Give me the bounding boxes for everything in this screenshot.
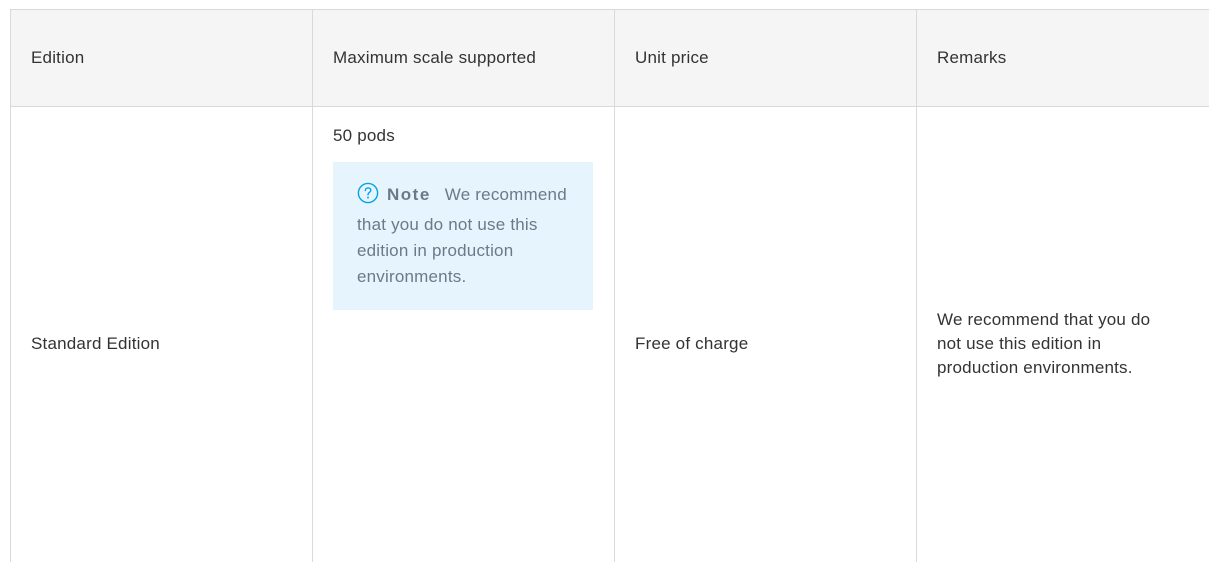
remarks-text: We recommend that you do not use this ed… [937, 309, 1151, 377]
cell-unit-price: Free of charge [614, 106, 917, 562]
header-remarks: Remarks [916, 9, 1209, 107]
cell-edition: Standard Edition [10, 106, 313, 562]
note-title: Note [387, 185, 431, 204]
note-callout: Note We recommend that you do not use thi… [333, 162, 593, 310]
table-row: Standard Edition 50 pods Note We recommen… [10, 106, 1209, 562]
cell-maximum-scale: 50 pods Note We recommend that you do not… [312, 106, 615, 562]
pricing-table-container: Edition Maximum scale supported Unit pri… [10, 9, 1209, 562]
question-circle-icon [357, 182, 379, 212]
header-edition: Edition [10, 9, 313, 107]
header-unit-price: Unit price [614, 9, 917, 107]
table-header-row: Edition Maximum scale supported Unit pri… [10, 9, 1209, 107]
header-maximum-scale: Maximum scale supported [312, 9, 615, 107]
scale-value: 50 pods [333, 126, 395, 145]
edition-pricing-table: Edition Maximum scale supported Unit pri… [10, 9, 1209, 562]
cell-remarks: We recommend that you do not use this ed… [916, 106, 1209, 562]
